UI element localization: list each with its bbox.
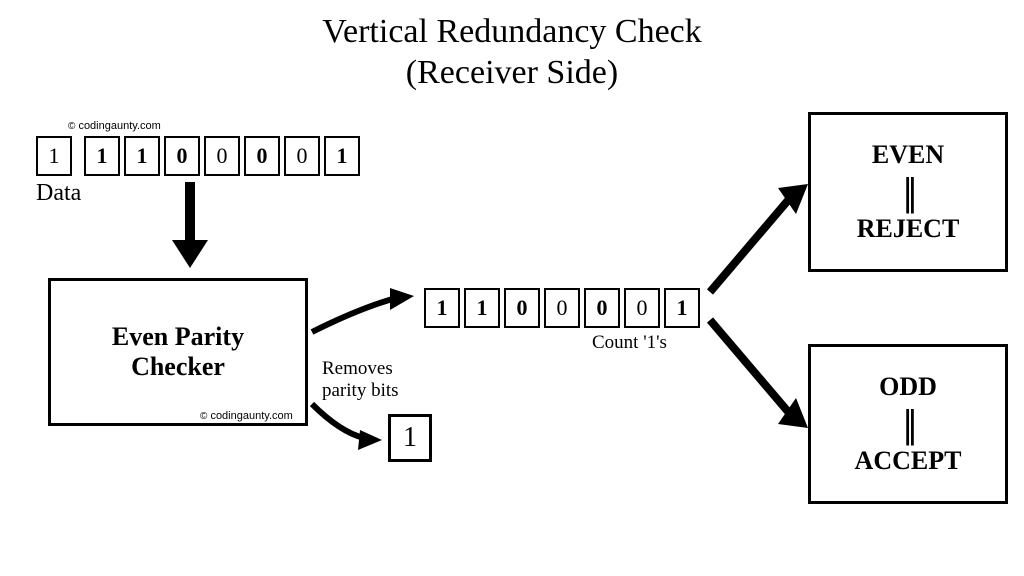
output-bits-row: 1100001 <box>424 288 704 328</box>
bit-cell: 0 <box>624 288 660 328</box>
bit-cell: 0 <box>284 136 320 176</box>
credit-bottom: © codingaunty.com <box>200 410 293 422</box>
reject-label: REJECT <box>857 214 960 244</box>
credit-text: codingaunty.com <box>78 120 160 132</box>
diagram-title: Vertical Redundancy Check (Receiver Side… <box>0 12 1024 94</box>
checker-line-1: Even Parity <box>112 322 244 352</box>
copyright-icon: © <box>200 411 207 422</box>
checker-line-2: Checker <box>131 352 225 382</box>
parity-checker-box: Even Parity Checker <box>48 278 308 426</box>
bit-cell: 1 <box>124 136 160 176</box>
bit-cell: 1 <box>324 136 360 176</box>
copyright-icon: © <box>68 121 75 132</box>
arrow-down-icon <box>170 182 210 272</box>
bit-cell: 1 <box>84 136 120 176</box>
bit-cell: 0 <box>544 288 580 328</box>
title-line-2: (Receiver Side) <box>406 54 618 91</box>
bit-cell: 0 <box>164 136 200 176</box>
bit-cell: 1 <box>464 288 500 328</box>
credit-text: codingaunty.com <box>210 410 292 422</box>
parity-bit-box: 1 <box>388 414 432 462</box>
title-line-1: Vertical Redundancy Check <box>322 13 702 50</box>
odd-accept-box: ODD || ACCEPT <box>808 344 1008 504</box>
data-label: Data <box>36 180 81 207</box>
equals-icon: || <box>903 406 913 442</box>
equals-icon: || <box>903 174 913 210</box>
even-label: EVEN <box>872 140 944 170</box>
arrow-to-odd-icon <box>706 314 816 434</box>
count-label: Count '1's <box>592 332 667 354</box>
bit-cell: 0 <box>504 288 540 328</box>
arrow-to-parity-icon <box>310 402 390 452</box>
removes-label: Removes parity bits <box>322 358 399 402</box>
bit-cell: 1 <box>664 288 700 328</box>
credit-top: © codingaunty.com <box>68 120 161 132</box>
even-reject-box: EVEN || REJECT <box>808 112 1008 272</box>
bit-cell: 1 <box>36 136 72 176</box>
bit-cell: 1 <box>424 288 460 328</box>
accept-label: ACCEPT <box>855 446 962 476</box>
arrow-to-even-icon <box>706 180 816 300</box>
odd-label: ODD <box>879 372 937 402</box>
removes-line-2: parity bits <box>322 380 399 401</box>
removes-line-1: Removes <box>322 358 393 379</box>
parity-bit-value: 1 <box>403 422 417 454</box>
bit-cell: 0 <box>244 136 280 176</box>
input-bits-row: 11100001 <box>36 136 364 176</box>
bit-cell: 0 <box>584 288 620 328</box>
bit-cell: 0 <box>204 136 240 176</box>
arrow-to-output-icon <box>310 288 420 338</box>
